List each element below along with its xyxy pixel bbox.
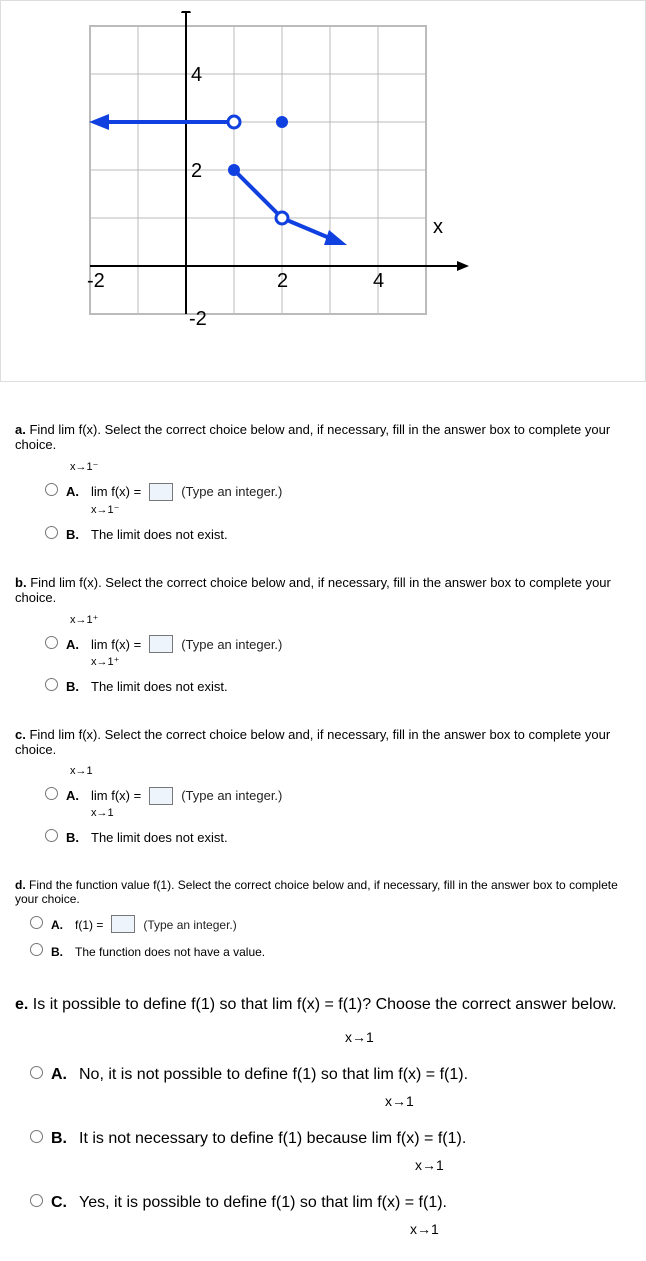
prompt-e: e. Is it possible to define f(1) so that… bbox=[15, 992, 631, 1018]
radio-e-C[interactable] bbox=[30, 1194, 43, 1207]
question-b: b. Find lim f(x). Select the correct cho… bbox=[0, 565, 646, 718]
prompt-b: b. Find lim f(x). Select the correct cho… bbox=[15, 575, 631, 605]
hint-a: (Type an integer.) bbox=[181, 484, 282, 499]
prompt-a: a. Find lim f(x). Select the correct cho… bbox=[15, 422, 631, 452]
prompt-c-sub: x→1 bbox=[70, 765, 631, 777]
question-e: e. Is it possible to define f(1) so that… bbox=[0, 982, 646, 1261]
option-d-B[interactable]: B. The function does not have a value. bbox=[30, 941, 631, 959]
opt-c-A-sub: x→1 bbox=[91, 807, 631, 819]
axis-label-x: x bbox=[433, 216, 443, 238]
prompt-e-text: Is it possible to define f(1) so that li… bbox=[33, 996, 617, 1013]
opt-b-A-pre: lim f(x) = bbox=[91, 637, 141, 652]
tick-x4: 4 bbox=[373, 270, 384, 292]
tick-y-neg2: -2 bbox=[189, 308, 207, 330]
radio-d-A[interactable] bbox=[30, 916, 43, 929]
opt-a-A-pre: lim f(x) = bbox=[91, 484, 141, 499]
radio-e-A[interactable] bbox=[30, 1066, 43, 1079]
prompt-a-text: Find lim f(x). Select the correct choice… bbox=[15, 422, 610, 452]
option-c-A[interactable]: A. lim f(x) = (Type an integer.) bbox=[45, 785, 631, 805]
answer-box-d[interactable] bbox=[111, 915, 135, 933]
option-e-B[interactable]: B. It is not necessary to define f(1) be… bbox=[30, 1126, 631, 1152]
tick-y4: 4 bbox=[191, 64, 202, 86]
option-a-A[interactable]: A. lim f(x) = (Type an integer.) bbox=[45, 481, 631, 501]
prompt-e-sub: x→1 bbox=[345, 1026, 631, 1048]
opt-a-A-sub: x→1⁻ bbox=[91, 503, 631, 516]
option-d-A[interactable]: A. f(1) = (Type an integer.) bbox=[30, 914, 631, 934]
label-B: B. bbox=[66, 527, 79, 542]
function-graph: 4 2 -2 -2 2 4 x bbox=[41, 11, 471, 351]
prompt-c-text: Find lim f(x). Select the correct choice… bbox=[15, 727, 610, 757]
option-b-A[interactable]: A. lim f(x) = (Type an integer.) bbox=[45, 634, 631, 654]
answer-box-b[interactable] bbox=[149, 635, 173, 653]
radio-a-A[interactable] bbox=[45, 483, 58, 496]
opt-a-B: The limit does not exist. bbox=[91, 527, 228, 542]
hint-c: (Type an integer.) bbox=[181, 788, 282, 803]
opt-c-B: The limit does not exist. bbox=[91, 830, 228, 845]
option-e-C[interactable]: C. Yes, it is possible to define f(1) so… bbox=[30, 1190, 631, 1216]
question-c: c. Find lim f(x). Select the correct cho… bbox=[0, 717, 646, 868]
option-c-B[interactable]: B. The limit does not exist. bbox=[45, 827, 631, 845]
option-b-B[interactable]: B. The limit does not exist. bbox=[45, 676, 631, 694]
opt-e-C: Yes, it is possible to define f(1) so th… bbox=[79, 1190, 447, 1216]
opt-e-B-sub: x→1 bbox=[415, 1154, 631, 1176]
opt-b-A-sub: x→1⁺ bbox=[91, 655, 631, 668]
opt-e-A: No, it is not possible to define f(1) so… bbox=[79, 1062, 468, 1088]
label-a: a. bbox=[15, 422, 26, 437]
label-d: d. bbox=[15, 878, 26, 892]
radio-b-B[interactable] bbox=[45, 678, 58, 691]
prompt-d-text: Find the function value f(1). Select the… bbox=[15, 878, 618, 906]
tick-x2: 2 bbox=[277, 270, 288, 292]
radio-b-A[interactable] bbox=[45, 636, 58, 649]
opt-d-A-pre: f(1) = bbox=[75, 918, 103, 932]
answer-box-a[interactable] bbox=[149, 483, 173, 501]
opt-c-A-pre: lim f(x) = bbox=[91, 788, 141, 803]
radio-c-A[interactable] bbox=[45, 787, 58, 800]
question-d: d. Find the function value f(1). Select … bbox=[0, 868, 646, 983]
prompt-c: c. Find lim f(x). Select the correct cho… bbox=[15, 727, 631, 757]
answer-box-c[interactable] bbox=[149, 787, 173, 805]
graph-panel: 4 2 -2 -2 2 4 x bbox=[0, 0, 646, 382]
opt-d-B: The function does not have a value. bbox=[75, 945, 265, 959]
radio-e-B[interactable] bbox=[30, 1130, 43, 1143]
prompt-b-sub: x→1⁺ bbox=[70, 613, 631, 626]
tick-y2: 2 bbox=[191, 160, 202, 182]
opt-b-B: The limit does not exist. bbox=[91, 679, 228, 694]
question-a: a. Find lim f(x). Select the correct cho… bbox=[0, 412, 646, 565]
label-e: e. bbox=[15, 996, 28, 1013]
prompt-b-text: Find lim f(x). Select the correct choice… bbox=[15, 575, 611, 605]
label-c: c. bbox=[15, 727, 26, 742]
radio-a-B[interactable] bbox=[45, 526, 58, 539]
radio-c-B[interactable] bbox=[45, 829, 58, 842]
option-e-A[interactable]: A. No, it is not possible to define f(1)… bbox=[30, 1062, 631, 1088]
hint-d: (Type an integer.) bbox=[143, 918, 236, 932]
tick-x-neg2: -2 bbox=[87, 270, 105, 292]
opt-e-C-sub: x→1 bbox=[410, 1218, 631, 1240]
prompt-a-sub: x→1⁻ bbox=[70, 460, 631, 473]
radio-d-B[interactable] bbox=[30, 943, 43, 956]
opt-e-B: It is not necessary to define f(1) becau… bbox=[79, 1126, 466, 1152]
hint-b: (Type an integer.) bbox=[181, 637, 282, 652]
label-A: A. bbox=[66, 484, 79, 499]
prompt-d: d. Find the function value f(1). Select … bbox=[15, 878, 631, 906]
option-a-B[interactable]: B. The limit does not exist. bbox=[45, 524, 631, 542]
label-b: b. bbox=[15, 575, 27, 590]
opt-e-A-sub: x→1 bbox=[385, 1090, 631, 1112]
